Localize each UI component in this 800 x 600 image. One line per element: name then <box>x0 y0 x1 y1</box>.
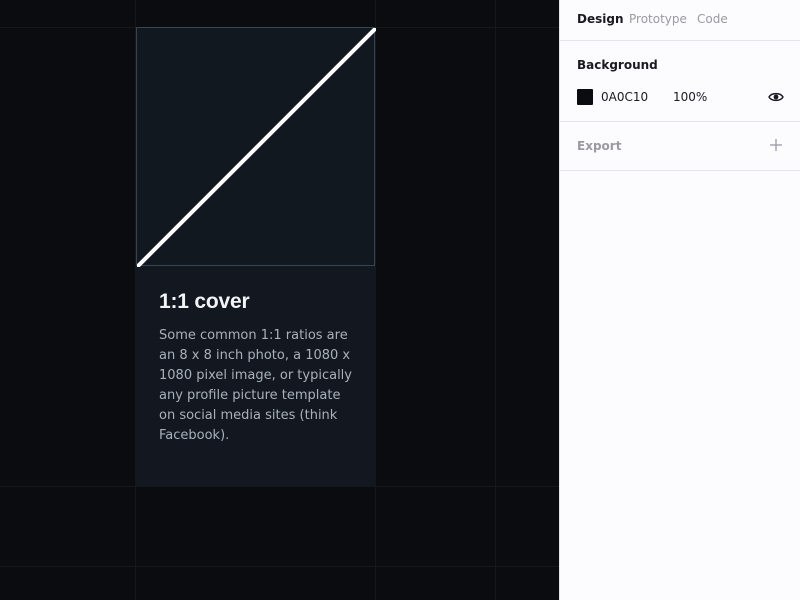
placeholder-diagonal-icon <box>137 28 376 267</box>
eye-icon[interactable] <box>768 89 784 105</box>
cover-card[interactable]: 1:1 cover Some common 1:1 ratios are an … <box>136 27 376 487</box>
plus-icon[interactable] <box>769 138 783 152</box>
background-hex-value[interactable]: 0A0C10 <box>601 90 648 104</box>
background-opacity-value[interactable]: 100% <box>673 90 707 104</box>
export-title: Export <box>577 139 622 153</box>
tab-design[interactable]: Design <box>577 12 624 26</box>
export-section: Export <box>560 122 800 171</box>
grid-line <box>0 566 559 567</box>
background-section: Background 0A0C10 100% <box>560 41 800 122</box>
design-canvas[interactable]: 1:1 cover Some common 1:1 ratios are an … <box>0 0 559 600</box>
background-title: Background <box>577 58 658 72</box>
inspector-panel: Design Prototype Code Background 0A0C10 … <box>559 0 800 600</box>
tab-prototype[interactable]: Prototype <box>629 12 687 26</box>
background-color-swatch[interactable] <box>577 89 593 105</box>
cover-image-placeholder[interactable] <box>136 27 376 267</box>
inspector-tabs: Design Prototype Code <box>560 0 800 41</box>
card-title: 1:1 cover <box>159 290 250 313</box>
tab-code[interactable]: Code <box>697 12 728 26</box>
card-description: Some common 1:1 ratios are an 8 x 8 inch… <box>159 328 352 443</box>
grid-line <box>495 0 496 600</box>
